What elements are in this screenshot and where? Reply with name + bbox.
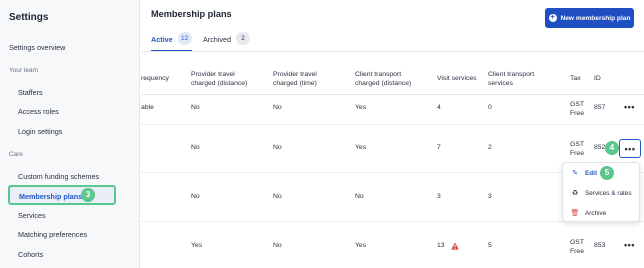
cell-travel-time: No bbox=[273, 193, 282, 200]
sidebar-section-your-team: Your team bbox=[9, 67, 38, 74]
cell-id: 852 bbox=[594, 144, 606, 151]
sidebar-item-access-roles[interactable]: Access roles bbox=[18, 107, 59, 116]
warning-icon bbox=[451, 242, 459, 250]
row-more-button-active[interactable]: ••• bbox=[619, 139, 641, 158]
column-header-frequency: requency bbox=[141, 75, 169, 82]
cell-frequency: able bbox=[141, 104, 154, 111]
sidebar-item-custom-funding-schemes[interactable]: Custom funding schemes bbox=[18, 172, 99, 181]
cell-visit-services: 4 bbox=[437, 104, 441, 111]
tab-active-count: 12 bbox=[177, 32, 192, 45]
column-header-id: ID bbox=[594, 75, 601, 82]
pencil-icon: ✎ bbox=[572, 170, 578, 177]
cell-transport-services: 3 bbox=[488, 193, 492, 200]
step-4-badge: 4 bbox=[605, 141, 619, 155]
row-actions-menu: ✎ Edit 5 ♻ Services & rates 🗑 Archive bbox=[562, 162, 640, 222]
menu-item-services-rates-label: Services & rates bbox=[585, 189, 632, 197]
cell-visit-services: 3 bbox=[437, 193, 441, 200]
sidebar-item-cohorts[interactable]: Cohorts bbox=[18, 250, 43, 259]
sidebar-item-membership-plans[interactable]: Membership plans 3 bbox=[8, 185, 116, 205]
step-5-badge: 5 bbox=[600, 166, 614, 180]
plus-circle-icon: + bbox=[548, 14, 557, 22]
tab-archived-count: 2 bbox=[235, 32, 250, 45]
cell-transport-distance: Yes bbox=[355, 242, 367, 249]
cell-travel-time: No bbox=[273, 242, 282, 249]
cell-transport-services: 5 bbox=[488, 242, 492, 249]
column-header-visit-services: Visit services bbox=[437, 75, 477, 82]
column-header-transport-services-text: Client transport services bbox=[488, 71, 535, 87]
step-3-badge: 3 bbox=[81, 188, 95, 202]
table-header-divider bbox=[141, 94, 644, 95]
sidebar-item-matching-preferences[interactable]: Matching preferences bbox=[18, 230, 87, 239]
menu-item-edit[interactable]: ✎ Edit 5 bbox=[563, 164, 641, 182]
cell-transport-services: 2 bbox=[488, 144, 492, 151]
sidebar-item-settings-overview[interactable]: Settings overview bbox=[9, 43, 65, 52]
cell-travel-distance: Yes bbox=[191, 242, 203, 249]
menu-item-services-rates[interactable]: ♻ Services & rates bbox=[563, 184, 641, 202]
sidebar-item-staffers[interactable]: Staffers bbox=[18, 88, 43, 97]
column-header-travel-distance: Provider travel charged (distance) bbox=[191, 70, 247, 88]
cell-travel-distance: No bbox=[191, 104, 200, 111]
cell-tax: GST Free bbox=[570, 101, 584, 117]
column-header-transport-distance-text: Client transport charged (distance) bbox=[355, 71, 412, 87]
tab-archived[interactable]: Archived 2 bbox=[203, 32, 250, 52]
column-header-travel-time: Provider travel charged (time) bbox=[273, 70, 317, 88]
page-title: Membership plans bbox=[151, 9, 232, 19]
sidebar-section-care: Care bbox=[9, 151, 23, 158]
sidebar-item-services[interactable]: Services bbox=[18, 211, 46, 220]
menu-item-archive-label: Archive bbox=[585, 209, 607, 217]
new-membership-plan-label: New membership plan bbox=[560, 14, 631, 22]
cell-id: 853 bbox=[594, 242, 606, 249]
column-header-transport-distance: Client transport charged (distance) bbox=[355, 70, 411, 88]
tab-archived-label: Archived bbox=[203, 35, 231, 44]
new-membership-plan-button[interactable]: + New membership plan bbox=[545, 8, 634, 28]
cell-visit-services: 13 bbox=[437, 242, 445, 249]
sidebar-item-label: Membership plans bbox=[19, 192, 83, 201]
cell-transport-distance: Yes bbox=[355, 144, 367, 151]
cell-travel-time: No bbox=[273, 104, 282, 111]
row-more-button[interactable]: ••• bbox=[624, 240, 635, 250]
cell-id: 857 bbox=[594, 104, 606, 111]
plan-tabs: Active 12 Archived 2 bbox=[151, 32, 644, 52]
cell-transport-services: 0 bbox=[488, 104, 492, 111]
tab-active[interactable]: Active 12 bbox=[151, 32, 192, 52]
sidebar-title: Settings bbox=[9, 12, 49, 23]
sidebar-item-login-settings[interactable]: Login settings bbox=[18, 127, 62, 136]
cell-visit-services: 7 bbox=[437, 144, 441, 151]
recycle-icon: ♻ bbox=[571, 190, 579, 197]
cell-tax: GST Free bbox=[570, 141, 584, 157]
cell-tax: GST Free bbox=[570, 239, 584, 255]
row-more-button[interactable]: ••• bbox=[624, 102, 635, 112]
tab-active-label: Active bbox=[151, 35, 173, 44]
settings-sidebar: Settings Settings overview Your team Sta… bbox=[0, 0, 140, 268]
row-divider bbox=[141, 124, 644, 125]
cell-travel-distance: No bbox=[191, 193, 200, 200]
column-header-travel-distance-text: Provider travel charged (distance) bbox=[191, 71, 248, 87]
cell-travel-distance: No bbox=[191, 144, 200, 151]
cell-travel-time: No bbox=[273, 144, 282, 151]
cell-transport-distance: No bbox=[355, 193, 364, 200]
cell-transport-distance: Yes bbox=[355, 104, 367, 111]
tabs-divider bbox=[141, 51, 644, 52]
trash-icon: 🗑 bbox=[570, 210, 580, 217]
column-header-transport-services: Client transport services bbox=[488, 70, 534, 88]
main-content: Membership plans + New membership plan A… bbox=[141, 0, 644, 268]
menu-item-edit-label: Edit bbox=[585, 169, 598, 177]
column-header-travel-time-text: Provider travel charged (time) bbox=[273, 71, 317, 87]
column-header-tax: Tax bbox=[570, 75, 581, 82]
menu-item-archive[interactable]: 🗑 Archive bbox=[563, 204, 641, 222]
